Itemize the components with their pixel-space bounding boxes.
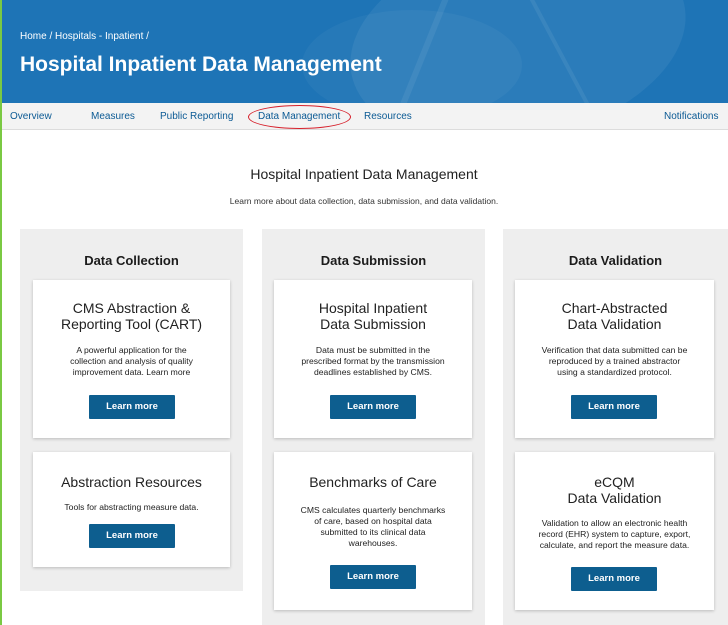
card-chart-abstracted-data-validation: Chart-Abstracted Data Validation Verific…	[515, 280, 714, 438]
page-left-border	[0, 0, 2, 625]
card-description-line: prescribed format by the transmission	[301, 356, 445, 366]
card-title-line: Abstraction Resources	[61, 474, 202, 490]
card-title: Abstraction Resources	[33, 474, 230, 490]
nav-item-resources[interactable]: Resources	[364, 111, 412, 122]
card-description-line: deadlines established by CMS.	[314, 367, 432, 377]
card-title-line: Benchmarks of Care	[309, 474, 437, 490]
card-abstraction-resources: Abstraction Resources Tools for abstract…	[33, 452, 230, 567]
card-title: Hospital Inpatient Data Submission	[274, 300, 472, 332]
nav-item-notifications[interactable]: Notifications	[664, 111, 718, 122]
column-title: Data Validation	[568, 253, 663, 268]
nav-item-data-management[interactable]: Data Management	[258, 111, 340, 122]
hero-banner: Home / Hospitals - Inpatient / Hospital …	[2, 0, 728, 103]
section-subheading: Learn more about data collection, data s…	[229, 196, 499, 206]
learn-more-button[interactable]: Learn more	[330, 395, 416, 419]
card-description: CMS calculates quarterly benchmarks of c…	[280, 505, 466, 549]
nav-item-public-reporting[interactable]: Public Reporting	[160, 111, 233, 122]
column-data-submission: Data Submission Hospital Inpatient Data …	[262, 229, 485, 625]
card-description-line: submitted to its clinical data	[320, 527, 426, 537]
card-title-line: Reporting Tool (CART)	[60, 316, 203, 332]
card-title-line: Hospital Inpatient	[318, 300, 428, 316]
card-description-line: Verification that data submitted can be	[541, 345, 688, 355]
column-title: Data Collection	[84, 253, 179, 268]
card-title: Benchmarks of Care	[274, 474, 472, 490]
card-description-line: Validation to allow an electronic health	[541, 518, 688, 528]
card-description-line: using a standardized protocol.	[557, 367, 672, 377]
card-title: Chart-Abstracted Data Validation	[515, 300, 714, 332]
section-heading: Hospital Inpatient Data Management	[250, 166, 478, 182]
card-description: Data must be submitted in the prescribed…	[280, 345, 466, 378]
learn-more-button[interactable]: Learn more	[571, 395, 657, 419]
card-description-line: record (EHR) system to capture, export,	[538, 529, 691, 539]
card-title: eCQM Data Validation	[515, 474, 714, 506]
card-description-line: warehouses.	[348, 538, 398, 548]
page-title: Hospital Inpatient Data Management	[20, 53, 382, 76]
column-data-validation: Data Validation Chart-Abstracted Data Va…	[503, 229, 728, 625]
card-description-line: Tools for abstracting measure data.	[64, 502, 199, 512]
card-title-line: CMS Abstraction &	[72, 300, 191, 316]
nav-item-measures[interactable]: Measures	[91, 111, 135, 122]
card-description: Validation to allow an electronic health…	[521, 518, 708, 551]
column-title: Data Submission	[320, 253, 427, 268]
card-title-line: Data Validation	[567, 316, 662, 332]
card-title-line: Data Submission	[320, 316, 426, 332]
card-description-line: Data must be submitted in the	[315, 345, 431, 355]
card-title-line: eCQM	[594, 474, 635, 490]
card-description-line: of care, based on hospital data	[314, 516, 432, 526]
card-description-line: CMS calculates quarterly benchmarks	[300, 505, 446, 515]
card-benchmarks-of-care: Benchmarks of Care CMS calculates quarte…	[274, 452, 472, 610]
card-description-line: A powerful application for the	[76, 345, 187, 355]
learn-more-button[interactable]: Learn more	[89, 524, 175, 548]
learn-more-button[interactable]: Learn more	[571, 567, 657, 591]
card-description: Tools for abstracting measure data.	[39, 502, 224, 513]
card-description-line: collection and analysis of quality	[70, 356, 193, 366]
learn-more-button[interactable]: Learn more	[330, 565, 416, 589]
breadcrumb[interactable]: Home / Hospitals - Inpatient /	[20, 31, 149, 42]
card-description: A powerful application for the collectio…	[39, 345, 224, 378]
card-description-line: calculate, and report the measure data.	[539, 540, 690, 550]
card-hospital-inpatient-data-submission: Hospital Inpatient Data Submission Data …	[274, 280, 472, 438]
card-title-line: Data Validation	[567, 490, 662, 506]
section-nav: Overview Measures Public Reporting Data …	[2, 103, 728, 130]
card-description: Verification that data submitted can be …	[521, 345, 708, 378]
card-description-line: improvement data. Learn more	[72, 367, 191, 377]
card-title-line: Chart-Abstracted	[561, 300, 668, 316]
learn-more-button[interactable]: Learn more	[89, 395, 175, 419]
card-ecqm-data-validation: eCQM Data Validation Validation to allow…	[515, 452, 714, 610]
nav-item-overview[interactable]: Overview	[10, 111, 52, 122]
card-cart: CMS Abstraction & Reporting Tool (CART) …	[33, 280, 230, 438]
column-data-collection: Data Collection CMS Abstraction & Report…	[20, 229, 243, 591]
card-title: CMS Abstraction & Reporting Tool (CART)	[33, 300, 230, 332]
card-description-line: reproduced by a trained abstractor	[548, 356, 681, 366]
